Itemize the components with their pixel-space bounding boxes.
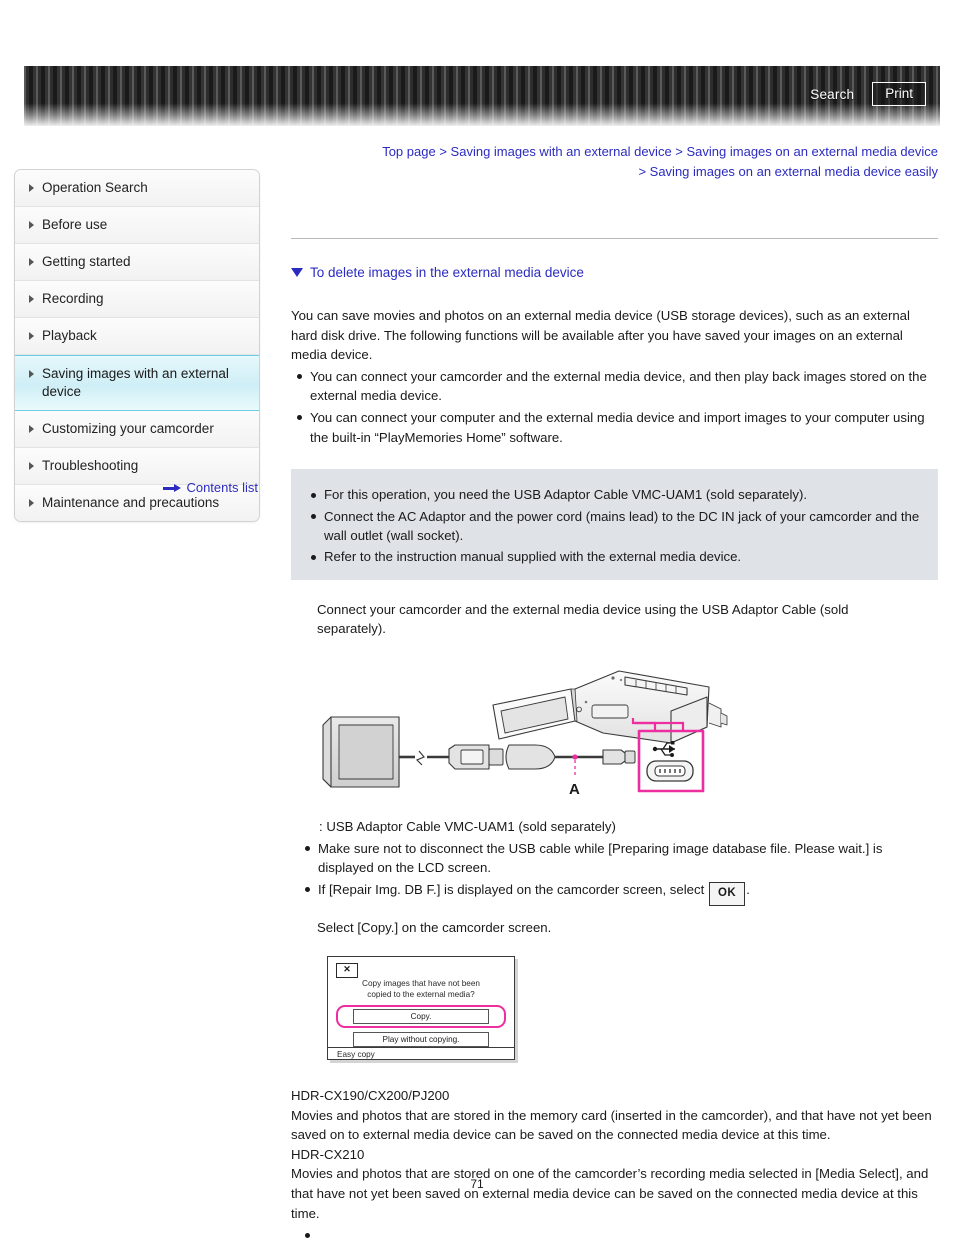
breadcrumb-item-saving-images-external-media-device[interactable]: Saving images on an external media devic… bbox=[687, 144, 938, 159]
sidebar-item-label: Operation Search bbox=[42, 180, 148, 195]
list-item: Make sure not to disconnect the USB cabl… bbox=[299, 839, 938, 878]
sidebar-item-label: Maintenance and precautions bbox=[42, 495, 220, 510]
model-name-cx190: HDR-CX190/CX200/PJ200 bbox=[291, 1087, 450, 1103]
copy-option-highlight-box: Copy. bbox=[336, 1004, 506, 1028]
screen-bottom-bar bbox=[328, 1046, 514, 1059]
section-heading-delete-images[interactable]: To delete images in the external media d… bbox=[291, 265, 938, 280]
list-item: You can connect your camcorder and the e… bbox=[291, 367, 938, 406]
sidebar-item-label: Customizing your camcorder bbox=[42, 421, 214, 436]
screen-question-line-2: copied to the external media? bbox=[367, 989, 475, 999]
model-name-cx210: HDR-CX210 bbox=[291, 1146, 365, 1162]
callout-marker-a bbox=[572, 754, 578, 777]
usb-adaptor-cable bbox=[505, 744, 603, 770]
close-icon[interactable]: ✕ bbox=[336, 962, 358, 978]
cable-caption: : USB Adaptor Cable VMC-UAM1 (sold separ… bbox=[319, 818, 616, 834]
usb-a-connector bbox=[448, 744, 504, 770]
mini-usb-plug bbox=[602, 749, 636, 765]
post-diagram-bullet-list: Make sure not to disconnect the USB cabl… bbox=[291, 839, 938, 907]
connect-instruction-paragraph: Connect your camcorder and the external … bbox=[317, 601, 849, 637]
caret-right-icon bbox=[29, 221, 34, 229]
usb-symbol-icon bbox=[652, 740, 675, 757]
triangle-down-icon bbox=[291, 268, 303, 277]
sidebar-item-label: Recording bbox=[42, 291, 104, 306]
mini-usb-port-icon bbox=[646, 760, 694, 782]
caret-right-icon bbox=[29, 462, 34, 470]
ok-button-chip[interactable]: OK bbox=[708, 881, 746, 907]
header-stripe-pattern bbox=[24, 66, 940, 126]
note-bullet-list: For this operation, you need the USB Ada… bbox=[305, 485, 920, 567]
list-item: You can connect your computer and the ex… bbox=[291, 408, 938, 447]
sidebar-navigation: Operation Search Before use Getting star… bbox=[14, 169, 260, 522]
device-connection-illustration: A bbox=[322, 670, 728, 798]
intro-paragraph: You can save movies and photos on an ext… bbox=[291, 308, 910, 363]
camcorder-screen-mock: ✕ Copy images that have not been copied … bbox=[327, 955, 515, 1060]
breadcrumb-item-saving-images-external-device[interactable]: Saving images with an external device bbox=[451, 144, 672, 159]
contents-list-link[interactable]: Contents list bbox=[14, 480, 258, 495]
breadcrumb-item-top-page[interactable]: Top page bbox=[382, 144, 436, 159]
header-banner: Search Print bbox=[24, 66, 940, 126]
sidebar-item-customizing-your-camcorder[interactable]: Customizing your camcorder bbox=[15, 411, 259, 448]
model-notes: HDR-CX190/CX200/PJ200 Movies and photos … bbox=[291, 1086, 938, 1223]
sidebar-item-playback[interactable]: Playback bbox=[15, 318, 259, 355]
model-note-cx210: Movies and photos that are stored on one… bbox=[291, 1166, 929, 1221]
repair-bullet-text-before: If [Repair Img. DB F.] is displayed on t… bbox=[318, 881, 705, 897]
sidebar-item-operation-search[interactable]: Operation Search bbox=[15, 170, 259, 207]
contents-list-label: Contents list bbox=[186, 480, 258, 495]
caret-right-icon bbox=[29, 425, 34, 433]
caret-right-icon bbox=[29, 184, 34, 192]
caret-right-icon bbox=[29, 332, 34, 340]
sidebar-item-recording[interactable]: Recording bbox=[15, 281, 259, 318]
sidebar-item-label: Before use bbox=[42, 217, 108, 232]
external-media-device-illustration bbox=[322, 716, 400, 788]
list-item-repair-img: If [Repair Img. DB F.] is displayed on t… bbox=[299, 880, 938, 907]
usb-cable-illustration bbox=[399, 750, 449, 766]
caret-right-icon bbox=[29, 370, 34, 378]
sidebar-item-label: Playback bbox=[42, 328, 97, 343]
page-number: 71 bbox=[470, 1177, 484, 1191]
section-heading-label: To delete images in the external media d… bbox=[310, 265, 584, 280]
sidebar-item-getting-started[interactable]: Getting started bbox=[15, 244, 259, 281]
sidebar-item-label: Saving images with an external device bbox=[42, 366, 229, 399]
breadcrumb-item-current-page[interactable]: Saving images on an external media devic… bbox=[650, 164, 938, 179]
sidebar-item-label: Getting started bbox=[42, 254, 131, 269]
breadcrumb-separator: > bbox=[439, 144, 447, 159]
sidebar-item-label: Troubleshooting bbox=[42, 458, 139, 473]
breadcrumb-separator: > bbox=[638, 163, 647, 179]
arrow-right-icon bbox=[163, 483, 182, 493]
select-copy-instruction: Select [Copy.] on the camcorder screen. bbox=[317, 920, 552, 936]
breadcrumb: Top page > Saving images with an externa… bbox=[372, 142, 938, 181]
intro-bullet-list: You can connect your camcorder and the e… bbox=[291, 367, 938, 447]
model-note-cx190: Movies and photos that are stored in the… bbox=[291, 1107, 932, 1143]
caret-right-icon bbox=[29, 258, 34, 266]
breadcrumb-separator: > bbox=[675, 144, 683, 159]
caret-right-icon bbox=[29, 295, 34, 303]
repair-bullet-text-after: . bbox=[746, 881, 750, 897]
list-item: Connect the AC Adaptor and the power cor… bbox=[305, 507, 920, 546]
main-content: To delete images in the external media d… bbox=[291, 238, 938, 1238]
content-divider bbox=[291, 238, 938, 239]
search-link[interactable]: Search bbox=[810, 87, 854, 102]
caret-right-icon bbox=[29, 499, 34, 507]
sidebar-item-saving-images-with-an-external-device[interactable]: Saving images with an external device bbox=[15, 355, 259, 411]
screen-question-line-1: Copy images that have not been bbox=[362, 978, 480, 988]
device-connection-diagram: A bbox=[303, 661, 733, 811]
note-box: For this operation, you need the USB Ada… bbox=[291, 469, 938, 580]
list-item: For this operation, you need the USB Ada… bbox=[305, 485, 920, 504]
sidebar-item-before-use[interactable]: Before use bbox=[15, 207, 259, 244]
screen-option-play-without-copying[interactable]: Play without copying. bbox=[353, 1031, 489, 1047]
header-actions: Search Print bbox=[810, 82, 926, 106]
callout-letter-a: A bbox=[569, 781, 580, 798]
screen-option-copy[interactable]: Copy. bbox=[353, 1008, 489, 1024]
print-button[interactable]: Print bbox=[872, 82, 926, 106]
list-item: Refer to the instruction manual supplied… bbox=[305, 547, 920, 566]
